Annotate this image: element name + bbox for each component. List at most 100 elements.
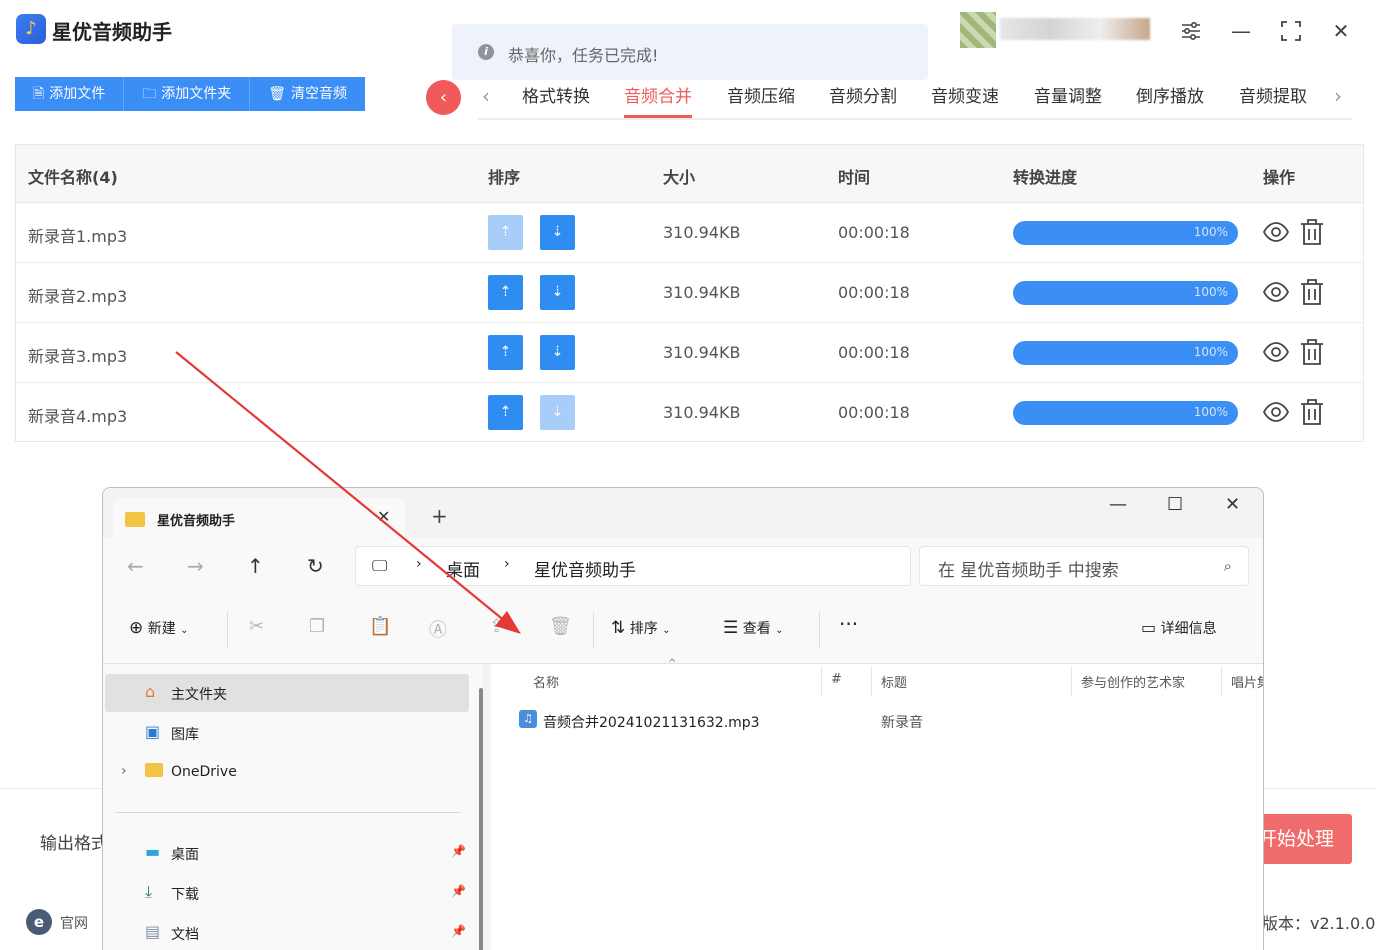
move-up-button[interactable]: ⇡ bbox=[488, 395, 523, 430]
new-tab-plus-icon[interactable]: + bbox=[431, 504, 448, 528]
cut-icon[interactable]: ✂ bbox=[249, 616, 264, 637]
folder-icon bbox=[145, 762, 165, 782]
move-up-button[interactable]: ⇡ bbox=[488, 275, 523, 310]
preview-eye-icon[interactable] bbox=[1261, 217, 1291, 247]
tab-scroll-right-icon[interactable]: › bbox=[1334, 84, 1342, 108]
nav-gallery[interactable]: ▣ 图库 bbox=[105, 714, 469, 752]
file-name: 新录音2.mp3 bbox=[28, 287, 128, 306]
username-blurred bbox=[1000, 18, 1150, 40]
forward-arrow-icon[interactable]: → bbox=[187, 554, 204, 578]
tab-format-convert[interactable]: 格式转换 bbox=[522, 82, 590, 118]
pin-icon[interactable]: 📌 bbox=[451, 884, 466, 898]
expand-chevron-icon[interactable]: › bbox=[121, 763, 127, 779]
preview-eye-icon[interactable] bbox=[1261, 277, 1291, 307]
delete-trash-icon[interactable] bbox=[1299, 337, 1325, 367]
website-link[interactable]: 官网 bbox=[60, 913, 88, 933]
tab-volume-adjust[interactable]: 音量调整 bbox=[1034, 82, 1102, 118]
sort-button[interactable]: ⇅ 排序 ⌄ bbox=[611, 618, 671, 638]
explorer-minimize-icon[interactable]: — bbox=[1109, 494, 1127, 515]
breadcrumb-desktop[interactable]: 桌面 bbox=[446, 556, 480, 581]
column-name[interactable]: 名称 bbox=[533, 672, 559, 691]
file-list-pane: ^ 名称 # 标题 参与创作的艺术家 唱片集 ♫ 音频合并20241021131… bbox=[491, 658, 1263, 950]
column-divider[interactable] bbox=[1071, 666, 1072, 696]
move-up-button[interactable]: ⇡ bbox=[488, 335, 523, 370]
explorer-tab[interactable]: 星优音频助手 ✕ bbox=[113, 498, 405, 538]
tab-audio-merge[interactable]: 音频合并 bbox=[624, 82, 692, 118]
merged-file-name[interactable]: 音频合并20241021131632.mp3 bbox=[543, 712, 760, 732]
explorer-maximize-icon[interactable]: ☐ bbox=[1167, 494, 1183, 515]
website-e-icon[interactable]: e bbox=[26, 909, 52, 935]
nav-onedrive[interactable]: › OneDrive bbox=[105, 754, 469, 792]
add-folder-button[interactable]: 🗀 添加文件夹 bbox=[124, 77, 251, 111]
new-button[interactable]: ⊕ 新建 ⌄ bbox=[129, 618, 189, 638]
move-down-button[interactable]: ⇣ bbox=[540, 275, 575, 310]
progress-bar: 100% bbox=[1013, 401, 1238, 425]
details-pane-button[interactable]: ▭ 详细信息 bbox=[1141, 618, 1217, 638]
share-icon[interactable]: ⇪ bbox=[489, 616, 504, 637]
file-toolbar: 🗎 添加文件 🗀 添加文件夹 🗑 清空音频 bbox=[15, 77, 366, 111]
function-tabs: ‹ 格式转换 音频合并 音频压缩 音频分割 音频变速 音量调整 倒序播放 音频提… bbox=[478, 78, 1352, 120]
back-arrow-icon[interactable]: ← bbox=[127, 554, 144, 578]
nav-desktop[interactable]: ▬ 桌面 📌 bbox=[105, 834, 469, 872]
copy-icon[interactable]: ❐ bbox=[309, 616, 325, 637]
address-bar[interactable]: 🖵 › 桌面 › 星优音频助手 bbox=[355, 546, 911, 586]
add-file-button[interactable]: 🗎 添加文件 bbox=[15, 77, 125, 111]
tab-audio-extract[interactable]: 音频提取 bbox=[1239, 82, 1307, 118]
move-down-button[interactable]: ⇣ bbox=[540, 335, 575, 370]
column-title[interactable]: 标题 bbox=[881, 672, 907, 691]
move-down-button[interactable]: ⇣ bbox=[540, 215, 575, 250]
up-arrow-icon[interactable]: ↑ bbox=[247, 554, 264, 578]
header-action: 操作 bbox=[1263, 168, 1296, 187]
nav-onedrive-label: OneDrive bbox=[171, 764, 237, 780]
add-file-label: 添加文件 bbox=[49, 86, 106, 102]
fullscreen-icon[interactable] bbox=[1276, 16, 1306, 46]
avatar[interactable] bbox=[960, 12, 996, 48]
rename-icon[interactable]: Ⓐ bbox=[429, 616, 447, 642]
breadcrumb-current-folder[interactable]: 星优音频助手 bbox=[534, 556, 636, 581]
nav-downloads[interactable]: ⤓ 下载 📌 bbox=[105, 874, 469, 912]
download-arrow-icon: ⇣ bbox=[551, 404, 564, 420]
delete-trash-icon[interactable] bbox=[1299, 397, 1325, 427]
upload-arrow-icon: ⇡ bbox=[499, 404, 512, 420]
tab-audio-speed[interactable]: 音频变速 bbox=[931, 82, 999, 118]
view-button[interactable]: ☰ 查看 ⌄ bbox=[723, 618, 784, 638]
pin-icon[interactable]: 📌 bbox=[451, 844, 466, 858]
column-album[interactable]: 唱片集 bbox=[1231, 672, 1263, 691]
tab-audio-compress[interactable]: 音频压缩 bbox=[727, 82, 795, 118]
tab-reverse-play[interactable]: 倒序播放 bbox=[1136, 82, 1204, 118]
column-number[interactable]: # bbox=[831, 672, 842, 687]
chevron-down-icon: ⌄ bbox=[180, 625, 189, 636]
more-options-icon[interactable]: ··· bbox=[839, 612, 858, 636]
minimize-icon[interactable]: — bbox=[1226, 16, 1256, 46]
clear-audio-label: 清空音频 bbox=[291, 86, 348, 102]
settings-sliders-icon[interactable] bbox=[1176, 16, 1206, 46]
column-divider[interactable] bbox=[821, 666, 822, 696]
back-circle-button[interactable]: ‹ bbox=[426, 80, 461, 115]
delete-icon[interactable]: 🗑 bbox=[549, 616, 572, 637]
explorer-tab-title: 星优音频助手 bbox=[157, 514, 236, 529]
pin-icon[interactable]: 📌 bbox=[451, 924, 466, 938]
explorer-close-icon[interactable]: ✕ bbox=[1225, 494, 1240, 515]
column-divider[interactable] bbox=[1221, 666, 1222, 696]
preview-eye-icon[interactable] bbox=[1261, 397, 1291, 427]
table-row: 新录音1.mp3 ⇡ ⇣ 310.94KB 00:00:18 100% bbox=[16, 203, 1363, 263]
explorer-search-box[interactable]: 在 星优音频助手 中搜索 ⌕ bbox=[919, 546, 1249, 586]
sort-arrows-icon: ⇅ bbox=[611, 618, 626, 638]
close-icon[interactable]: ✕ bbox=[1326, 16, 1356, 46]
clear-audio-button[interactable]: 🗑 清空音频 bbox=[250, 77, 366, 111]
preview-eye-icon[interactable] bbox=[1261, 337, 1291, 367]
delete-trash-icon[interactable] bbox=[1299, 217, 1325, 247]
tab-audio-split[interactable]: 音频分割 bbox=[829, 82, 897, 118]
refresh-icon[interactable]: ↻ bbox=[307, 554, 324, 578]
close-tab-icon[interactable]: ✕ bbox=[377, 507, 390, 526]
delete-trash-icon[interactable] bbox=[1299, 277, 1325, 307]
document-icon: ▤ bbox=[145, 922, 161, 941]
file-time: 00:00:18 bbox=[838, 283, 910, 302]
paste-icon[interactable]: 📋 bbox=[369, 616, 391, 637]
nav-scrollbar[interactable] bbox=[479, 688, 483, 950]
column-artist[interactable]: 参与创作的艺术家 bbox=[1081, 672, 1185, 691]
tab-scroll-left-icon[interactable]: ‹ bbox=[482, 84, 490, 108]
nav-documents[interactable]: ▤ 文档 📌 bbox=[105, 914, 469, 950]
column-divider[interactable] bbox=[871, 666, 872, 696]
nav-home[interactable]: ⌂ 主文件夹 bbox=[105, 674, 469, 712]
